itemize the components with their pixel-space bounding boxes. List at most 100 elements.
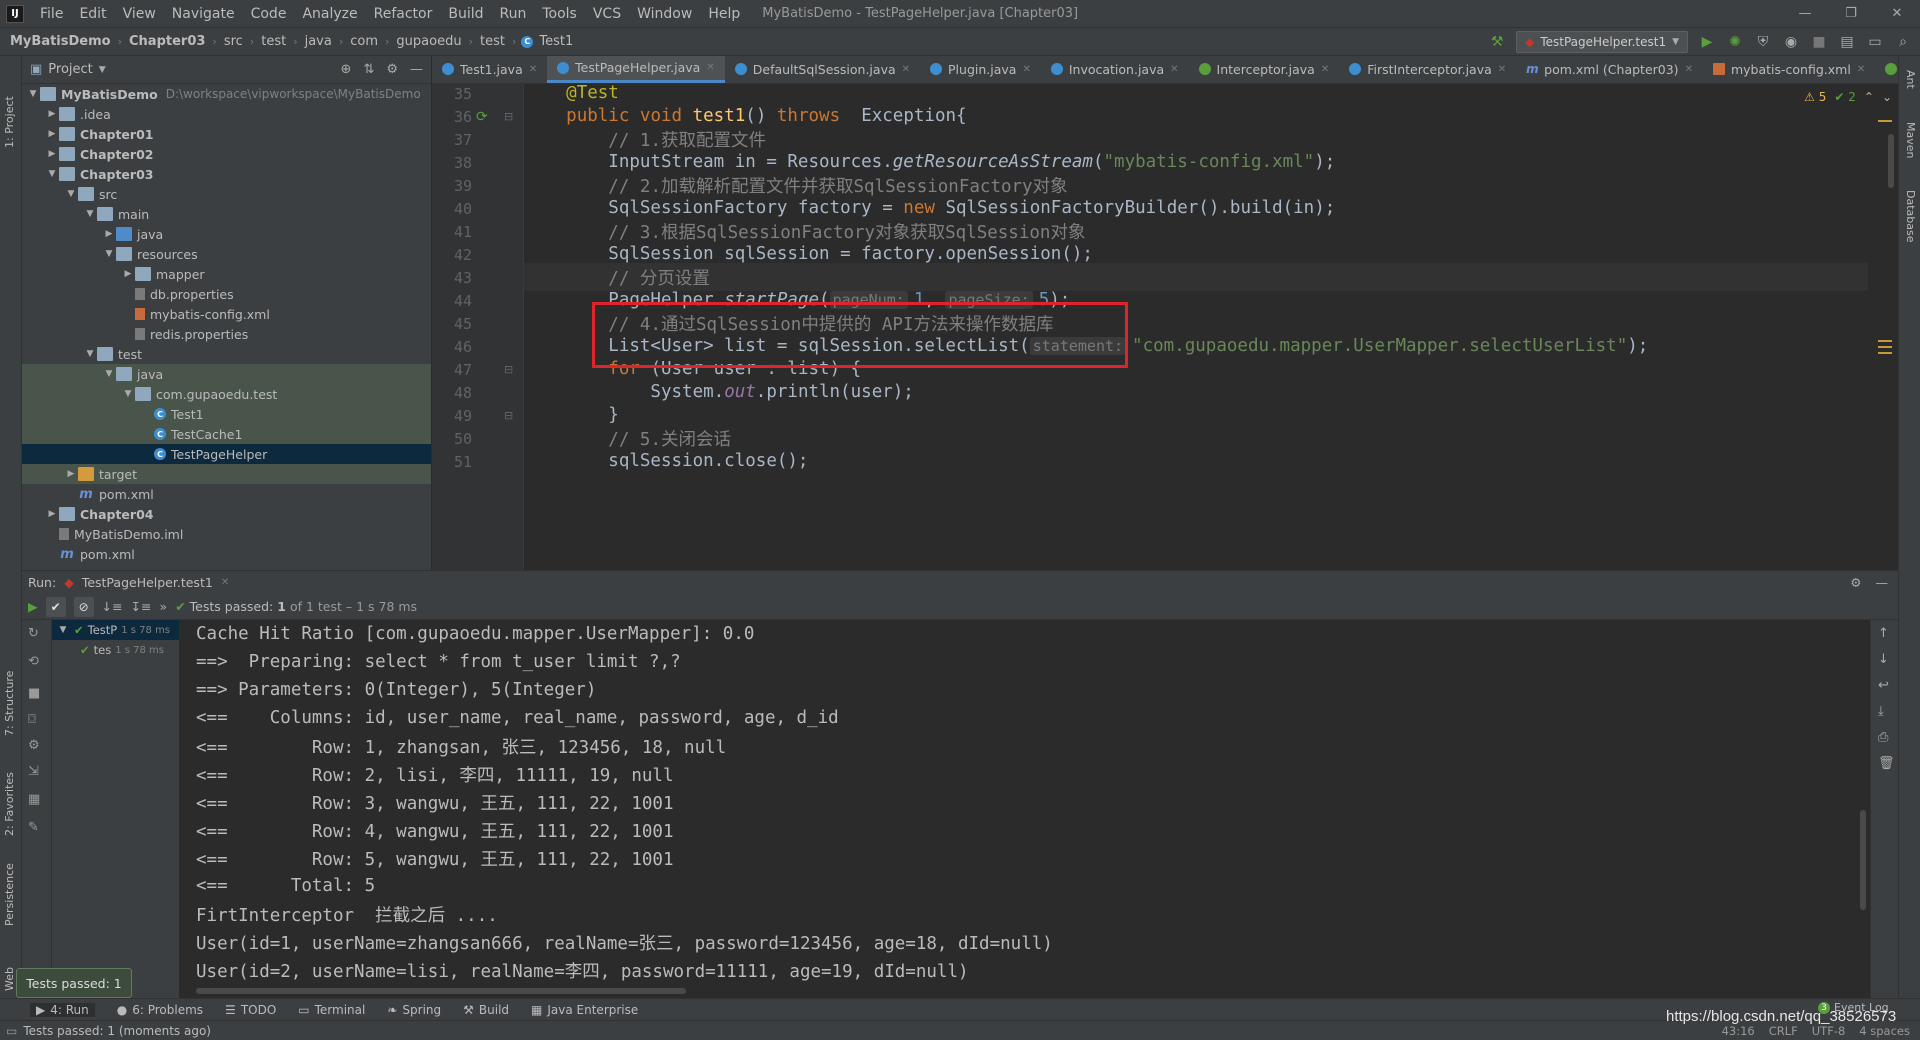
tree-item[interactable]: ▼ resources bbox=[22, 244, 431, 264]
layout-icon[interactable]: ▭ bbox=[1866, 34, 1884, 50]
tree-item[interactable]: m pom.xml bbox=[22, 544, 431, 564]
arrow-up-icon[interactable]: ↑ bbox=[1878, 626, 1889, 641]
editor-tab[interactable]: Map.java✕ bbox=[1875, 56, 1898, 83]
status-panel-icon[interactable]: ▭ bbox=[6, 1024, 17, 1038]
editor-tab[interactable]: m pom.xml (Chapter03) ✕ bbox=[1516, 56, 1703, 83]
tree-item[interactable]: ▶ Chapter04 bbox=[22, 504, 431, 524]
expand-arrow-icon[interactable]: ▶ bbox=[121, 269, 135, 279]
tree-item[interactable]: C TestCache1 bbox=[22, 424, 431, 444]
menu-edit[interactable]: Edit bbox=[71, 6, 114, 22]
rerun-icon[interactable]: ▶ bbox=[28, 599, 38, 614]
tool-window-run[interactable]: ▶ 4: Run bbox=[30, 1002, 95, 1017]
expand-arrow-icon[interactable]: ▼ bbox=[83, 209, 97, 219]
hide-icon[interactable]: — bbox=[1876, 575, 1889, 590]
editor-tab[interactable]: Invocation.java ✕ bbox=[1041, 56, 1189, 83]
menu-tools[interactable]: Tools bbox=[534, 6, 585, 22]
pin-icon[interactable]: ✎ bbox=[28, 820, 39, 835]
run-tab[interactable]: TestPageHelper.test1 bbox=[82, 575, 213, 590]
search-icon[interactable]: ⌕ bbox=[1894, 34, 1912, 50]
breadcrumb-item[interactable]: Chapter03 bbox=[127, 34, 207, 49]
tree-item[interactable]: ▼ test bbox=[22, 344, 431, 364]
close-tab-icon[interactable]: ✕ bbox=[1321, 64, 1329, 75]
expand-arrow-icon[interactable]: ▼ bbox=[121, 389, 135, 399]
inspection-widget[interactable]: ⚠ 5 ✔ 2 ⌃ ⌄ bbox=[1804, 90, 1892, 104]
layout-icon[interactable]: ▦ bbox=[28, 792, 40, 807]
warning-stripe-marker[interactable] bbox=[1878, 120, 1892, 122]
close-tab-icon[interactable]: ✕ bbox=[1022, 64, 1030, 75]
run-config-selector[interactable]: ◆ TestPageHelper.test1 ▼ bbox=[1516, 30, 1688, 53]
tool-window-spring[interactable]: ❧ Spring bbox=[387, 1003, 441, 1017]
expand-arrow-icon[interactable]: ▼ bbox=[102, 249, 116, 259]
warning-stripe-marker[interactable] bbox=[1878, 346, 1892, 348]
collapse-icon[interactable]: ⇅ bbox=[363, 62, 374, 77]
fold-marker-icon[interactable]: ⊟ bbox=[504, 409, 513, 422]
menu-view[interactable]: View bbox=[115, 6, 164, 22]
code-line[interactable]: sqlSession.close(); bbox=[524, 447, 808, 475]
rerun-failed-icon[interactable]: ↻ bbox=[28, 626, 39, 641]
tool-window-java-enterprise[interactable]: ▦ Java Enterprise bbox=[531, 1003, 638, 1017]
stop-icon[interactable]: ■ bbox=[28, 686, 40, 701]
project-structure-icon[interactable]: ▤ bbox=[1838, 34, 1856, 50]
editor-tab[interactable]: mybatis-config.xml ✕ bbox=[1703, 56, 1875, 83]
print-icon[interactable]: ⎙ bbox=[1878, 730, 1888, 745]
expand-arrow-icon[interactable]: ▶ bbox=[45, 509, 59, 519]
menu-code[interactable]: Code bbox=[243, 6, 295, 22]
close-tab-icon[interactable]: ✕ bbox=[1857, 64, 1865, 75]
tree-item[interactable]: ▼ Chapter03 bbox=[22, 164, 431, 184]
tool-window-problems[interactable]: ● 6: Problems bbox=[117, 1003, 203, 1017]
tree-item[interactable]: ▼ com.gupaoedu.test bbox=[22, 384, 431, 404]
editor-tab[interactable]: TestPageHelper.java ✕ bbox=[547, 56, 725, 83]
coverage-icon[interactable]: ⛨ bbox=[1754, 34, 1772, 50]
caret-position[interactable]: 43:16 bbox=[1722, 1024, 1755, 1038]
tool-tab-project[interactable]: 1: Project bbox=[3, 96, 16, 148]
more-icon[interactable]: » bbox=[160, 599, 168, 614]
export-icon[interactable]: ⇲ bbox=[28, 764, 39, 779]
run-icon[interactable]: ▶ bbox=[1698, 34, 1716, 50]
tree-item[interactable]: db.properties bbox=[22, 284, 431, 304]
tree-item[interactable]: ▼ src bbox=[22, 184, 431, 204]
tree-item[interactable]: redis.properties bbox=[22, 324, 431, 344]
tool-tab-structure[interactable]: 7: Structure bbox=[3, 671, 16, 736]
menu-help[interactable]: Help bbox=[700, 6, 748, 22]
show-passed-toggle[interactable]: ✔ bbox=[45, 596, 66, 617]
expand-arrow-icon[interactable]: ▼ bbox=[64, 189, 78, 199]
tree-item[interactable]: ▶ java bbox=[22, 224, 431, 244]
menu-vcs[interactable]: VCS bbox=[585, 6, 629, 22]
breadcrumb-item[interactable]: com bbox=[348, 34, 380, 49]
debug-icon[interactable]: ✺ bbox=[1726, 34, 1744, 50]
tree-item[interactable]: ▶ Chapter01 bbox=[22, 124, 431, 144]
expand-arrow-icon[interactable]: ▶ bbox=[64, 469, 78, 479]
expand-arrow-icon[interactable]: ▼ bbox=[45, 169, 59, 179]
close-tab-icon[interactable]: ✕ bbox=[529, 64, 537, 75]
chevron-up-icon[interactable]: ⌃ bbox=[1864, 90, 1874, 104]
sort-alpha-icon[interactable]: ↓≡ bbox=[102, 599, 123, 614]
maximize-button[interactable]: ❐ bbox=[1828, 6, 1874, 21]
tree-item[interactable]: ▶ Chapter02 bbox=[22, 144, 431, 164]
warning-stripe-marker[interactable] bbox=[1878, 340, 1892, 342]
breadcrumb-item[interactable]: test bbox=[259, 34, 288, 49]
fold-marker-icon[interactable]: ⊟ bbox=[504, 363, 513, 376]
close-window-button[interactable]: ✕ bbox=[1874, 6, 1920, 21]
minimize-button[interactable]: — bbox=[1782, 6, 1828, 21]
warning-stripe-marker[interactable] bbox=[1878, 352, 1892, 354]
menu-analyze[interactable]: Analyze bbox=[294, 6, 365, 22]
tree-item[interactable]: ▶ mapper bbox=[22, 264, 431, 284]
expand-arrow-icon[interactable]: ▼ bbox=[83, 349, 97, 359]
tool-tab-database[interactable]: Database bbox=[1904, 190, 1917, 243]
close-tab-icon[interactable]: ✕ bbox=[1170, 64, 1178, 75]
close-tab-icon[interactable]: ✕ bbox=[221, 577, 229, 588]
file-encoding[interactable]: UTF-8 bbox=[1812, 1024, 1846, 1038]
tool-window-todo[interactable]: ☰ TODO bbox=[225, 1003, 276, 1017]
gear-icon[interactable]: ⚙ bbox=[386, 62, 398, 77]
stop-icon[interactable]: ■ bbox=[1810, 34, 1828, 50]
breadcrumb-item[interactable]: Test1 bbox=[537, 34, 575, 49]
arrow-down-icon[interactable]: ↓ bbox=[1878, 652, 1889, 667]
run-test-gutter-icon[interactable]: ⟳ bbox=[476, 109, 488, 125]
chevron-down-icon[interactable]: ▼ bbox=[99, 65, 106, 75]
breadcrumb-item[interactable]: MyBatisDemo bbox=[8, 34, 113, 49]
build-hammer-icon[interactable]: ⚒ bbox=[1488, 34, 1506, 50]
breadcrumb-item[interactable]: java bbox=[303, 34, 334, 49]
close-tab-icon[interactable]: ✕ bbox=[1685, 64, 1693, 75]
fold-marker-icon[interactable]: ⊟ bbox=[504, 110, 513, 123]
tree-item[interactable]: m pom.xml bbox=[22, 484, 431, 504]
